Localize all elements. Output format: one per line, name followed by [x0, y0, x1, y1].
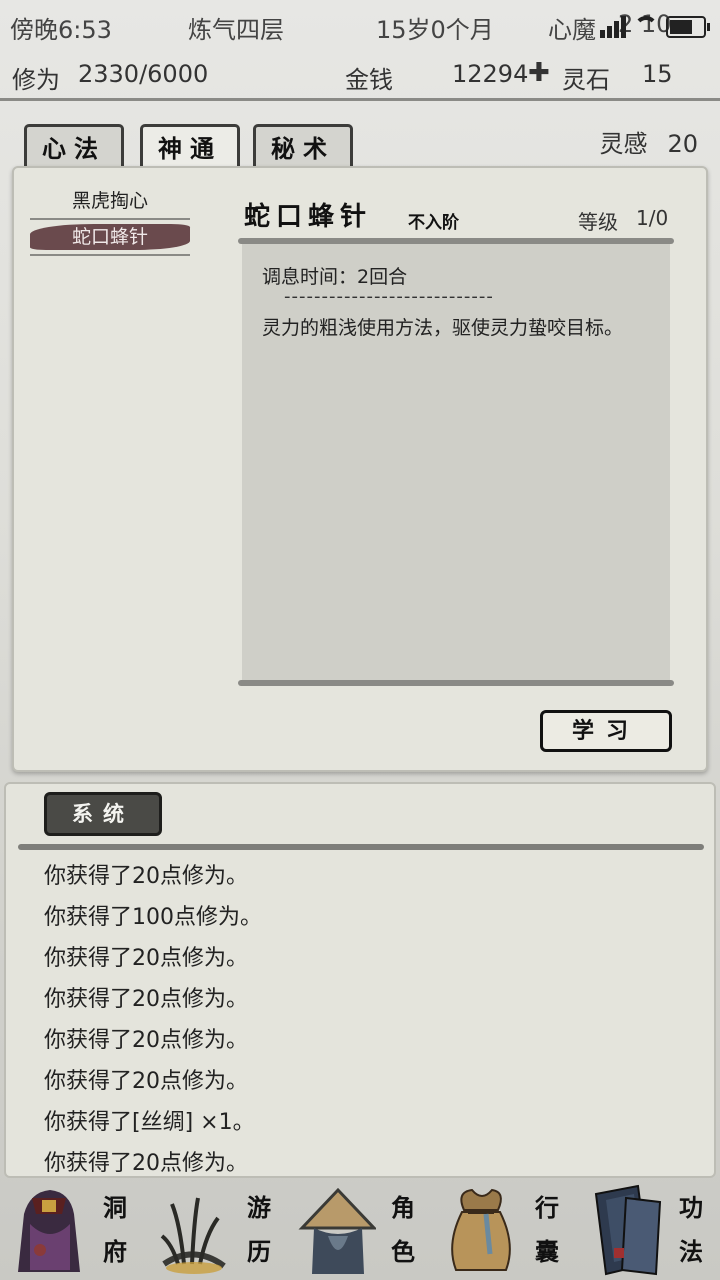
wifi-icon: [634, 16, 658, 38]
log-panel: 系统 你获得了20点修为。 你获得了100点修为。 你获得了20点修为。 你获得…: [4, 782, 716, 1178]
bottom-nav: 洞府 游历 角色 行囊 功法: [0, 1180, 720, 1280]
status-time: 傍晚6:53: [10, 16, 112, 44]
scroll-books-icon: [594, 1184, 662, 1276]
insight-counter: 灵感 20: [599, 124, 698, 159]
nav-label: 角色: [391, 1193, 415, 1266]
plus-icon[interactable]: ✚: [528, 58, 550, 88]
log-divider: [18, 844, 704, 850]
nav-label: 游历: [247, 1193, 271, 1266]
nav-xingnang[interactable]: 行囊: [432, 1180, 576, 1280]
log-entry: 你获得了20点修为。: [44, 946, 248, 971]
tab-system-log[interactable]: 系统: [44, 792, 162, 836]
nav-juese[interactable]: 角色: [288, 1180, 432, 1280]
cultivation-realm: 炼气四层: [188, 16, 284, 44]
stats-divider: [0, 98, 720, 101]
skill-list: 黑虎掏心 蛇口蜂针: [30, 184, 190, 256]
tab-xinfa[interactable]: 心法: [24, 124, 124, 170]
log-list[interactable]: 你获得了20点修为。 你获得了100点修为。 你获得了20点修为。 你获得了20…: [44, 856, 684, 1184]
insight-value: 20: [667, 130, 698, 158]
detail-bottom-divider: [238, 680, 674, 686]
skill-panel: 黑虎掏心 蛇口蜂针 蛇口蜂针 不入阶 等级 1/0 调息时间：2回合 -----…: [12, 166, 708, 772]
tab-mishu[interactable]: 秘术: [253, 124, 353, 170]
cultivation-value: 2330/6000: [78, 60, 209, 88]
skill-item-shekou[interactable]: 蛇口蜂针: [30, 220, 190, 256]
skill-level-label: 等级: [578, 210, 618, 234]
straw-hat-character-icon: [298, 1187, 376, 1274]
nav-dongfu[interactable]: 洞府: [0, 1180, 144, 1280]
grass-travel-icon: [160, 1197, 226, 1274]
log-entry: 你获得了[丝绸] ×1。: [44, 1110, 255, 1135]
skill-item-label: 黑虎掏心: [71, 190, 148, 212]
tab-shentong[interactable]: 神通: [140, 124, 240, 170]
spirit-stone-value: 15: [642, 60, 673, 88]
skill-description: 灵力的粗浅使用方法，驱使灵力蛰咬目标。: [262, 317, 624, 339]
nav-youli[interactable]: 游历: [144, 1180, 288, 1280]
skill-item-label: 蛇口蜂针: [71, 226, 148, 248]
log-entry: 你获得了20点修为。: [44, 1069, 248, 1094]
cultivation-label: 修为: [12, 66, 60, 94]
learn-button[interactable]: 学习: [540, 710, 672, 752]
skill-tier: 不入阶: [408, 213, 459, 233]
bag-inventory-icon: [451, 1188, 511, 1271]
system-icons: [600, 12, 710, 38]
heart-demon-label: 心魔: [548, 16, 596, 44]
log-entry: 你获得了20点修为。: [44, 1151, 248, 1176]
log-entry: 你获得了20点修为。: [44, 1028, 248, 1053]
spirit-stone-label: 灵石: [562, 66, 610, 94]
skill-detail-area[interactable]: [242, 244, 670, 680]
detail-separator: ----------------------------: [284, 286, 494, 307]
character-age: 15岁0个月: [376, 16, 494, 44]
money-value: 12294: [452, 60, 529, 88]
log-entry: 你获得了100点修为。: [44, 905, 262, 930]
battery-icon: [666, 16, 710, 38]
log-entry: 你获得了20点修为。: [44, 987, 248, 1012]
skill-item-heihu[interactable]: 黑虎掏心: [30, 184, 190, 220]
skill-level-value: 1/0: [636, 206, 669, 230]
nav-label: 洞府: [103, 1193, 127, 1266]
nav-label: 行囊: [535, 1193, 559, 1266]
stats-row: 修为 2330/6000 金钱 12294 ✚ 灵石 15: [0, 52, 720, 98]
signal-icon: [600, 16, 626, 38]
skill-title: 蛇口蜂针: [244, 202, 373, 232]
money-label: 金钱: [345, 66, 393, 94]
nav-gongfa[interactable]: 功法: [576, 1180, 720, 1280]
insight-label: 灵感: [599, 130, 648, 158]
nav-label: 功法: [679, 1193, 703, 1266]
status-bar: 傍晚6:53 炼气四层 15岁0个月 心魔 2 10: [0, 0, 720, 52]
cave-dwelling-icon: [18, 1190, 80, 1272]
log-entry: 你获得了20点修为。: [44, 864, 248, 889]
skill-cooldown: 调息时间：2回合: [262, 266, 408, 288]
